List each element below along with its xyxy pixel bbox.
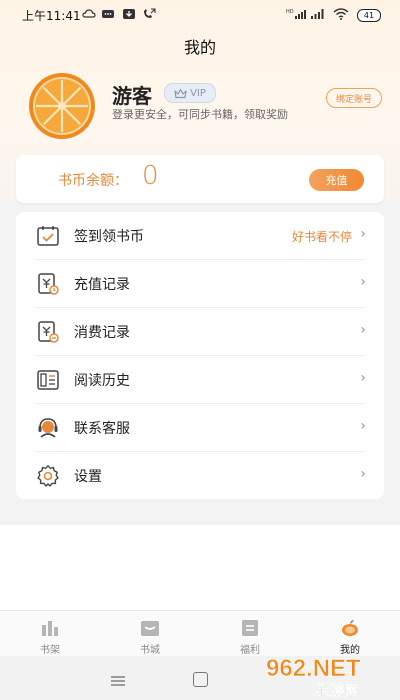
bind-account-button[interactable]: 绑定账号 bbox=[326, 88, 382, 108]
svg-text:962.NET: 962.NET bbox=[266, 655, 361, 682]
tab-bookshelf[interactable]: 书架 bbox=[0, 611, 100, 657]
menu-item-customer-service[interactable]: 联系客服 › bbox=[16, 404, 384, 452]
login-hint: 登录更安全，可同步书籍，领取奖励 bbox=[112, 108, 288, 121]
cloud-icon bbox=[82, 9, 96, 18]
menu-item-label: 充值记录 bbox=[74, 277, 130, 293]
battery-indicator: 41 bbox=[357, 9, 381, 22]
status-time: 上午11:41 bbox=[22, 9, 81, 23]
crown-icon bbox=[174, 88, 187, 98]
home-button[interactable] bbox=[193, 672, 208, 687]
consume-record-icon bbox=[38, 321, 59, 343]
tab-label: 书城 bbox=[140, 645, 160, 656]
status-bar: 上午11:41 HD 41 bbox=[0, 0, 400, 30]
profile-icon bbox=[342, 620, 358, 636]
vip-label: VIP bbox=[190, 87, 206, 99]
avatar[interactable] bbox=[28, 72, 96, 140]
recharge-button[interactable]: 充值 bbox=[309, 169, 364, 191]
vip-badge: VIP bbox=[164, 83, 216, 103]
balance-label: 书币余额： bbox=[58, 173, 128, 189]
signal-hd-icon: HD bbox=[286, 9, 306, 19]
chevron-right-icon: › bbox=[360, 274, 366, 290]
balance-value: 0 bbox=[142, 161, 159, 191]
reading-history-icon bbox=[37, 370, 59, 390]
menu-item-settings[interactable]: 设置 › bbox=[16, 452, 384, 500]
menu-card: 签到领书币 好书看不停 › 充值记录 › 消费记录 › 阅读历史 › 联系客服 … bbox=[16, 212, 384, 499]
bookshelf-icon bbox=[42, 621, 58, 636]
download-icon bbox=[123, 9, 135, 19]
menu-item-label: 签到领书币 bbox=[74, 229, 144, 245]
customer-service-icon bbox=[38, 418, 58, 438]
menu-item-label: 阅读历史 bbox=[74, 373, 130, 389]
username: 游客 bbox=[112, 84, 152, 108]
gear-icon bbox=[37, 465, 59, 487]
balance-card: 书币余额： 0 充值 bbox=[16, 155, 384, 203]
menu-item-reading-history[interactable]: 阅读历史 › bbox=[16, 356, 384, 404]
watermark-logo: 962.NET 乐游网 bbox=[266, 655, 362, 698]
page-title: 我的 bbox=[183, 38, 216, 57]
bookstore-icon bbox=[141, 621, 159, 636]
chevron-right-icon: › bbox=[360, 322, 366, 338]
calendar-check-icon bbox=[37, 226, 59, 246]
svg-text:乐游网: 乐游网 bbox=[314, 681, 359, 698]
chevron-right-icon: › bbox=[360, 226, 366, 242]
signal-icon bbox=[311, 9, 324, 19]
tab-label: 书架 bbox=[40, 645, 60, 656]
menu-item-label: 消费记录 bbox=[74, 325, 130, 341]
menu-item-recharge-record[interactable]: 充值记录 › bbox=[16, 260, 384, 308]
chevron-right-icon: › bbox=[360, 370, 366, 386]
svg-text:HD: HD bbox=[286, 9, 294, 15]
menu-item-label: 联系客服 bbox=[74, 421, 130, 437]
menu-item-checkin[interactable]: 签到领书币 好书看不停 › bbox=[16, 212, 384, 260]
welfare-icon bbox=[242, 620, 258, 636]
checkin-promo-text: 好书看不停 bbox=[291, 230, 352, 244]
menu-item-label: 设置 bbox=[74, 469, 102, 485]
message-icon bbox=[102, 10, 114, 18]
tab-bookstore[interactable]: 书城 bbox=[100, 611, 200, 657]
chevron-right-icon: › bbox=[360, 418, 366, 434]
recharge-record-icon bbox=[38, 273, 59, 295]
chevron-right-icon: › bbox=[360, 466, 366, 482]
menu-item-consume-record[interactable]: 消费记录 › bbox=[16, 308, 384, 356]
menu-icon[interactable] bbox=[111, 676, 125, 686]
bottom-background bbox=[0, 525, 400, 610]
call-forward-icon bbox=[144, 8, 156, 18]
wifi-icon bbox=[333, 8, 349, 20]
